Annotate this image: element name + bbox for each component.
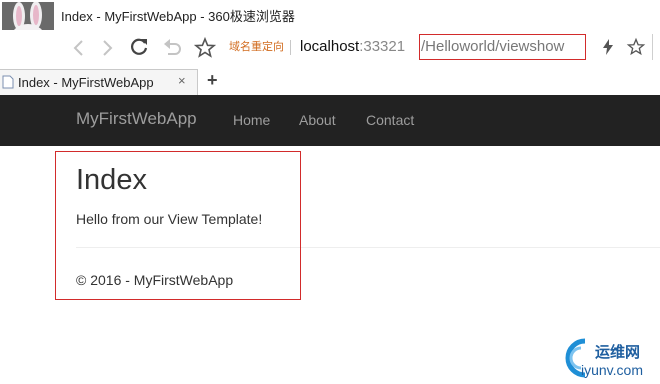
reload-icon[interactable] [127,35,151,59]
window-title: Index - MyFirstWebApp - 360极速浏览器 [61,9,295,24]
url-path-highlight [419,34,586,60]
url-host[interactable]: localhost:33321 [300,38,405,55]
tab-close-icon[interactable]: × [178,73,186,88]
favorite-icon[interactable] [626,37,646,57]
new-tab-button[interactable]: + [207,70,218,91]
tab-active[interactable]: Index - MyFirstWebApp × [0,69,198,95]
undo-icon[interactable] [160,36,184,60]
forward-icon[interactable] [95,36,119,60]
content-highlight-box [55,151,301,300]
lightning-icon[interactable] [601,38,615,56]
site-navbar: MyFirstWebApp Home About Contact [0,95,660,146]
site-brand[interactable]: MyFirstWebApp [76,109,197,129]
page-favicon-icon [2,75,14,89]
url-port: :33321 [359,38,406,55]
window-titlebar: Index - MyFirstWebApp - 360极速浏览器 [0,0,660,30]
nav-link-home[interactable]: Home [233,112,270,128]
tab-title: Index - MyFirstWebApp [18,75,154,90]
star-icon[interactable] [193,36,217,60]
address-hint[interactable]: 域名重定向 [229,40,291,55]
back-icon[interactable] [67,36,91,60]
nav-link-contact[interactable]: Contact [366,112,414,128]
nav-link-about[interactable]: About [299,112,336,128]
watermark-name: 运维网 [595,344,641,361]
watermark: 运维网 iyunv.com [555,335,660,384]
toolbar-divider [652,34,653,60]
watermark-domain: iyunv.com [581,362,643,378]
